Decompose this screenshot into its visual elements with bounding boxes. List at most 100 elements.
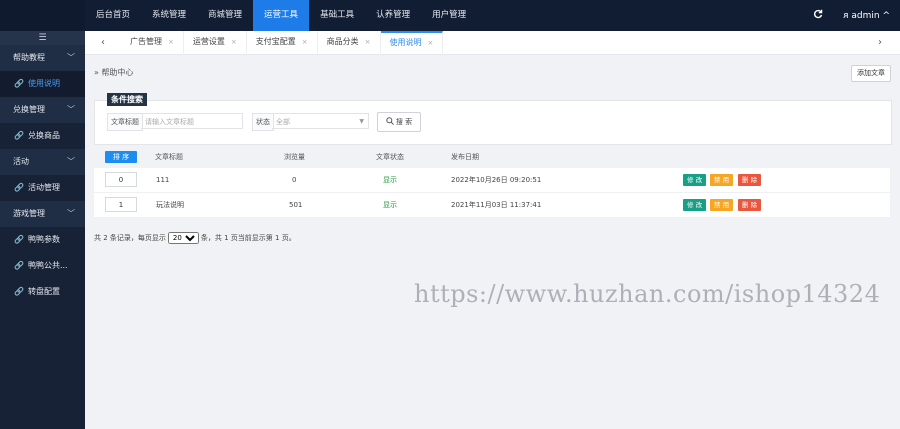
sidebar-item-duck-params[interactable]: 🔗 鸭鸭参数 [0, 227, 85, 253]
watermark: https://www.huzhan.com/ishop14324 [414, 280, 881, 308]
breadcrumb: » 帮助中心 [94, 68, 134, 77]
article-status: 显示 [383, 201, 397, 209]
sort-button[interactable]: 排 序 [105, 151, 137, 163]
delete-button[interactable]: 删 除 [738, 199, 762, 211]
link-icon: 🔗 [14, 131, 24, 140]
sort-order-input[interactable]: 1 [105, 197, 137, 212]
tab-next-icon[interactable]: › [878, 31, 882, 54]
close-icon[interactable]: × [365, 38, 371, 46]
column-header-date: 发布日期 [451, 153, 479, 161]
sidebar-toggle-icon[interactable]: ☰ [0, 31, 85, 45]
article-views: 0 [292, 176, 297, 184]
sidebar-item-label: 鸭鸭参数 [27, 235, 60, 244]
article-views: 501 [289, 201, 303, 209]
disable-button[interactable]: 禁 用 [710, 174, 734, 186]
sidebar-item-duck-public[interactable]: 🔗 鸭鸭公共... [0, 253, 85, 279]
article-status: 显示 [383, 176, 397, 184]
close-icon[interactable]: × [428, 39, 434, 47]
sidebar-item-label: 帮助教程 [13, 53, 45, 62]
sidebar-item-label: 使用说明 [27, 79, 60, 88]
tab-usage-guide[interactable]: 使用说明 × [380, 31, 444, 53]
tabs: 广告管理 × 运营设置 × 支付宝配置 × 商品分类 × 使用说明 × [121, 31, 444, 54]
pagination-suffix: 条，共 1 页当前显示第 1 页。 [200, 234, 296, 242]
search-button-label: 搜 索 [395, 118, 413, 126]
title-field-label: 文章标题 [107, 113, 143, 131]
sidebar-item-label: 转盘配置 [27, 287, 60, 296]
sort-order-input[interactable]: 0 [105, 172, 137, 187]
add-article-button[interactable]: 添加文章 [851, 65, 891, 82]
search-panel: 条件搜索 文章标题 请输入文章标题 状态 全部 ▼ 搜 索 [94, 93, 892, 145]
sidebar-item-activity-manage[interactable]: 🔗 活动管理 [0, 175, 85, 201]
sidebar-item-label: 兑换商品 [27, 131, 60, 140]
sidebar-group-exchange[interactable]: 兑换管理 ﹀ [0, 97, 85, 123]
top-navigation-bar: 后台首页 系统管理 商城管理 运营工具 基础工具 认养管理 用户管理 ᴙ adm… [0, 0, 900, 31]
close-icon[interactable]: × [302, 38, 308, 46]
disable-button[interactable]: 禁 用 [710, 199, 734, 211]
top-menu-item-mall[interactable]: 商城管理 [197, 0, 253, 31]
logo-area [0, 0, 85, 31]
chevron-down-icon: ﹀ [67, 53, 75, 62]
title-search-input[interactable]: 请输入文章标题 [141, 113, 243, 129]
tab-ads[interactable]: 广告管理 × [121, 31, 184, 53]
table-header: 排 序 文章标题 浏览量 文章状态 发布日期 [94, 147, 890, 168]
top-menu-item-home[interactable]: 后台首页 [85, 0, 141, 31]
top-menu-item-basic-tools[interactable]: 基础工具 [309, 0, 365, 31]
top-menu-item-operations[interactable]: 运营工具 [253, 0, 310, 31]
column-header-title: 文章标题 [155, 153, 183, 161]
status-select-value: 全部 [276, 118, 290, 126]
article-date: 2022年10月26日 09:20:51 [451, 176, 542, 184]
sidebar-item-exchange-goods[interactable]: 🔗 兑换商品 [0, 123, 85, 149]
delete-button[interactable]: 删 除 [738, 174, 762, 186]
sidebar-item-usage-guide[interactable]: 🔗 使用说明 [0, 71, 85, 97]
top-right-tools: ᴙ admin ^ [813, 0, 890, 31]
sidebar-group-activity[interactable]: 活动 ﹀ [0, 149, 85, 175]
link-icon: 🔗 [14, 287, 24, 296]
tab-bar: ‹ 广告管理 × 运营设置 × 支付宝配置 × 商品分类 × 使用说明 × › [85, 31, 900, 55]
pagination-prefix: 共 2 条记录，每页显示 [94, 234, 166, 242]
column-header-status: 文章状态 [376, 153, 404, 161]
tab-label: 运营设置 [192, 37, 225, 46]
tab-label: 商品分类 [326, 37, 359, 46]
link-icon: 🔗 [14, 235, 24, 244]
tab-goods-category[interactable]: 商品分类 × [318, 31, 381, 53]
column-header-views: 浏览量 [284, 153, 305, 161]
status-field-label: 状态 [252, 113, 274, 131]
sidebar-item-label: 活动 [13, 157, 29, 166]
chevron-down-icon: ▼ [359, 118, 364, 125]
tab-operation-settings[interactable]: 运营设置 × [184, 31, 247, 53]
top-menu-item-users[interactable]: 用户管理 [421, 0, 477, 31]
sidebar-group-help[interactable]: 帮助教程 ﹀ [0, 45, 85, 71]
sidebar-item-wheel-config[interactable]: 🔗 转盘配置 [0, 279, 85, 305]
pagination: 共 2 条记录，每页显示 20 条，共 1 页当前显示第 1 页。 [94, 232, 296, 244]
close-icon[interactable]: × [231, 38, 237, 46]
link-icon: 🔗 [14, 183, 24, 192]
chevron-down-icon: ﹀ [67, 209, 75, 218]
sidebar: ☰ 帮助教程 ﹀ 🔗 使用说明 兑换管理 ﹀ 🔗 兑换商品 活动 ﹀ 🔗 活动管理 游戏管理… [0, 31, 85, 429]
top-menu-item-adoption[interactable]: 认养管理 [365, 0, 421, 31]
search-button[interactable]: 搜 索 [377, 112, 421, 132]
user-menu[interactable]: ᴙ admin ^ [843, 11, 890, 21]
top-menu-item-system[interactable]: 系统管理 [141, 0, 197, 31]
sidebar-item-label: 游戏管理 [13, 209, 45, 218]
tab-label: 广告管理 [130, 37, 162, 46]
table-row: 1 玩法说明 501 显示 2021年11月03日 11:37:41 修 改 禁… [94, 193, 890, 218]
tab-label: 支付宝配置 [255, 37, 296, 46]
sidebar-item-label: 兑换管理 [13, 105, 45, 114]
chevron-down-icon: ﹀ [67, 157, 75, 166]
chevron-down-icon: ﹀ [67, 105, 75, 114]
tab-alipay-config[interactable]: 支付宝配置 × [247, 31, 318, 53]
sidebar-item-label: 鸭鸭公共... [27, 261, 68, 270]
link-icon: 🔗 [14, 261, 24, 270]
refresh-icon[interactable] [813, 9, 823, 22]
article-title: 玩法说明 [156, 201, 184, 209]
article-title: 111 [156, 176, 170, 184]
status-select[interactable]: 全部 ▼ [272, 113, 369, 129]
link-icon: 🔗 [14, 79, 24, 88]
close-icon[interactable]: × [168, 38, 174, 46]
sidebar-group-game[interactable]: 游戏管理 ﹀ [0, 201, 85, 227]
tab-prev-icon[interactable]: ‹ [101, 31, 105, 54]
search-icon [386, 117, 394, 125]
page-size-select[interactable]: 20 [167, 232, 199, 244]
edit-button[interactable]: 修 改 [683, 199, 707, 211]
edit-button[interactable]: 修 改 [683, 174, 707, 186]
